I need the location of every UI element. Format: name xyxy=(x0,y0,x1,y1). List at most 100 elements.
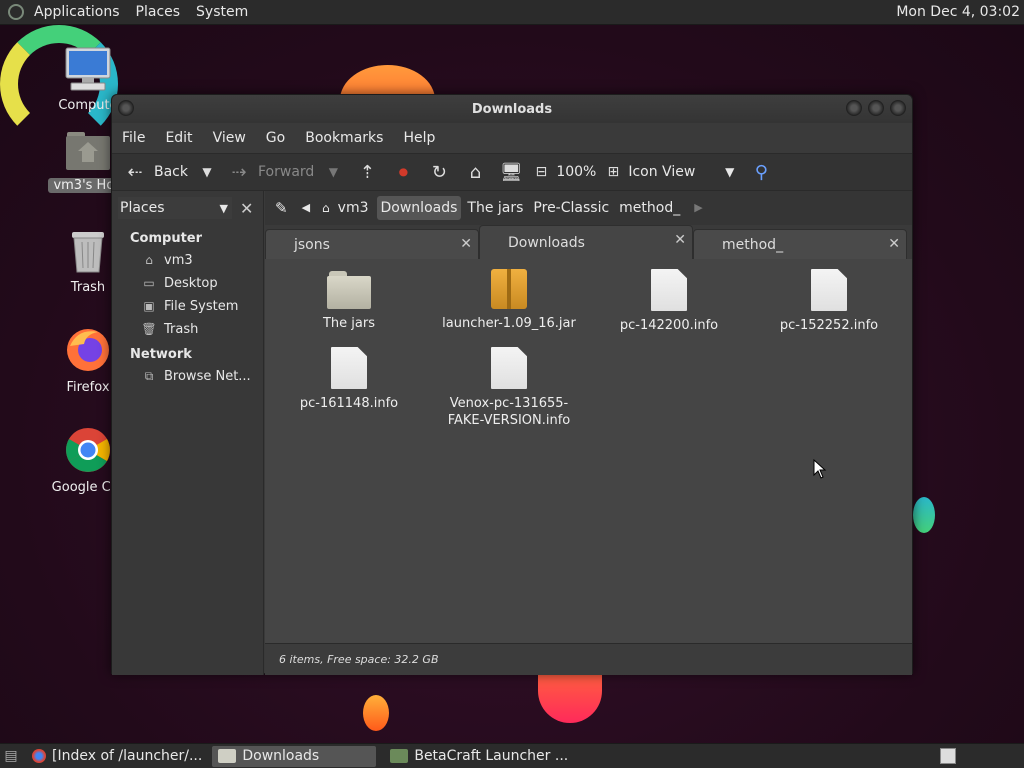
file-name: pc-161148.info xyxy=(299,396,399,411)
minimize-button[interactable] xyxy=(846,100,862,116)
up-arrow-icon[interactable]: ⇡ xyxy=(354,162,380,183)
edit-location-icon[interactable]: ✎ xyxy=(271,196,292,220)
document-icon xyxy=(331,347,367,389)
zoom-out-icon[interactable]: ⊟ xyxy=(528,164,554,180)
tab-label: Downloads xyxy=(508,234,585,251)
menu-view[interactable]: View xyxy=(213,130,246,146)
wallpaper-shape xyxy=(913,497,935,533)
path-segment-vm3[interactable]: vm3 xyxy=(334,196,373,220)
back-history-dropdown-icon[interactable]: ▼ xyxy=(194,165,220,179)
drive-icon: ▣ xyxy=(143,299,155,313)
path-segment-pre-classic[interactable]: Pre-Classic xyxy=(529,196,613,220)
tab-label: jsons xyxy=(294,236,330,253)
forward-arrow-icon: ⇢ xyxy=(231,161,247,183)
file-name: launcher-1.09_16.jar xyxy=(442,316,576,331)
chrome-icon xyxy=(32,749,46,763)
path-segment-method[interactable]: method_ xyxy=(615,196,684,220)
close-button[interactable] xyxy=(890,100,906,116)
sidebar-item-desktop[interactable]: ▭ Desktop xyxy=(112,272,263,295)
file-item[interactable]: Venox-pc-131655- FAKE-VERSION.info xyxy=(429,347,589,429)
file-item[interactable]: pc-142200.info xyxy=(589,269,749,334)
path-scroll-right-icon[interactable]: ▶ xyxy=(690,196,706,220)
sidebar-item-vm3[interactable]: ⌂ vm3 xyxy=(112,249,263,272)
sidebar-close-icon[interactable]: ✕ xyxy=(240,199,253,218)
folder-icon xyxy=(327,269,371,309)
search-icon[interactable]: ⚲ xyxy=(748,162,774,183)
sidebar-type-select[interactable]: Places ▼ xyxy=(118,197,232,219)
back-label: Back xyxy=(154,164,188,180)
stop-icon[interactable]: ⏺ xyxy=(390,162,416,183)
file-name: The jars xyxy=(322,316,375,331)
file-item[interactable]: pc-152252.info xyxy=(749,269,909,334)
menu-help[interactable]: Help xyxy=(403,130,435,146)
status-bar: 6 items, Free space: 32.2 GB xyxy=(265,643,912,675)
reload-icon[interactable]: ↻ xyxy=(426,162,452,183)
document-icon xyxy=(811,269,847,311)
package-icon xyxy=(491,269,527,309)
menu-system[interactable]: System xyxy=(196,4,248,20)
home-folder-icon xyxy=(66,132,110,170)
sidebar-item-file-system[interactable]: ▣ File System xyxy=(112,295,263,318)
clock[interactable]: Mon Dec 4, 03:02 xyxy=(896,4,1020,20)
desktop-folder-icon: ▭ xyxy=(143,276,155,290)
menu-bookmarks[interactable]: Bookmarks xyxy=(305,130,383,146)
sidebar-item-label: Browse Net... xyxy=(164,369,251,384)
maximize-button[interactable] xyxy=(868,100,884,116)
tab-close-icon[interactable]: ✕ xyxy=(888,236,900,252)
sidebar-item-label: Trash xyxy=(164,322,199,337)
file-item[interactable]: pc-161148.info xyxy=(269,347,429,412)
main-pane: ✎ ◀ ⌂ vm3 Downloads The jars Pre-Classic… xyxy=(265,191,912,675)
mouse-cursor-icon xyxy=(813,459,827,479)
file-name: Venox-pc-131655- FAKE-VERSION.info xyxy=(447,396,571,428)
task-label: Downloads xyxy=(242,748,320,764)
tab-close-icon[interactable]: ✕ xyxy=(460,236,472,252)
menu-edit[interactable]: Edit xyxy=(165,130,192,146)
sidebar-item-trash[interactable]: 🗑 Trash xyxy=(112,318,263,341)
path-scroll-left-icon[interactable]: ◀ xyxy=(298,196,314,220)
file-item[interactable]: launcher-1.09_16.jar xyxy=(429,269,589,332)
path-segment-downloads[interactable]: Downloads xyxy=(376,196,462,220)
back-button[interactable]: ⇠ Back xyxy=(122,162,188,183)
zoom-in-icon[interactable]: ⊞ xyxy=(600,164,626,180)
computer-icon[interactable]: 🖥 xyxy=(498,162,524,183)
file-icon-view[interactable]: The jars launcher-1.09_16.jar pc-142200.… xyxy=(265,259,912,631)
task-browser[interactable]: [Index of /launcher/... xyxy=(26,746,208,767)
sidebar-item-label: Desktop xyxy=(164,276,218,291)
sidebar-item-browse-network[interactable]: ⧉ Browse Net... xyxy=(112,365,263,388)
tab-bar: jsons ✕ Downloads ✕ method_ ✕ xyxy=(265,225,912,259)
menu-file[interactable]: File xyxy=(122,130,145,146)
task-downloads[interactable]: Downloads xyxy=(212,745,377,767)
menu-applications[interactable]: Applications xyxy=(34,4,120,20)
folder-icon xyxy=(218,749,237,763)
betacraft-icon xyxy=(390,749,409,763)
file-item[interactable]: The jars xyxy=(269,269,429,332)
tab-downloads[interactable]: Downloads ✕ xyxy=(479,225,693,259)
sidebar-section-computer: Computer xyxy=(130,231,203,246)
menu-go[interactable]: Go xyxy=(266,130,285,146)
tab-jsons[interactable]: jsons ✕ xyxy=(265,229,479,259)
show-desktop-icon[interactable]: ▤ xyxy=(0,748,22,764)
forward-button[interactable]: ⇢ Forward xyxy=(226,162,314,183)
workspace-switcher[interactable] xyxy=(940,748,956,764)
window-title: Downloads xyxy=(471,101,553,117)
file-manager-window: Downloads File Edit View Go Bookmarks He… xyxy=(111,94,913,675)
task-label: [Index of /launcher/... xyxy=(52,748,203,764)
path-segment-the-jars[interactable]: The jars xyxy=(463,196,527,220)
sidebar-section-network: Network xyxy=(130,347,192,362)
view-mode-select[interactable]: Icon View ▼ xyxy=(628,164,734,180)
zoom-level[interactable]: 100% xyxy=(556,164,596,180)
file-name: pc-142200.info xyxy=(619,318,719,333)
forward-history-dropdown-icon[interactable]: ▼ xyxy=(320,165,346,179)
task-betacraft[interactable]: BetaCraft Launcher ... xyxy=(384,746,574,767)
distro-logo-icon[interactable] xyxy=(8,4,24,20)
forward-label: Forward xyxy=(258,164,315,180)
bottom-taskbar: ▤ [Index of /launcher/... Downloads Beta… xyxy=(0,743,1024,768)
window-titlebar[interactable]: Downloads xyxy=(112,95,912,123)
window-menu-button[interactable] xyxy=(118,100,134,116)
sidebar-item-label: vm3 xyxy=(164,253,193,268)
menu-places[interactable]: Places xyxy=(136,4,181,20)
home-icon[interactable]: ⌂ xyxy=(462,162,488,183)
tab-method[interactable]: method_ ✕ xyxy=(693,229,907,259)
tab-close-icon[interactable]: ✕ xyxy=(674,232,686,248)
home-icon: ⌂ xyxy=(322,201,330,215)
